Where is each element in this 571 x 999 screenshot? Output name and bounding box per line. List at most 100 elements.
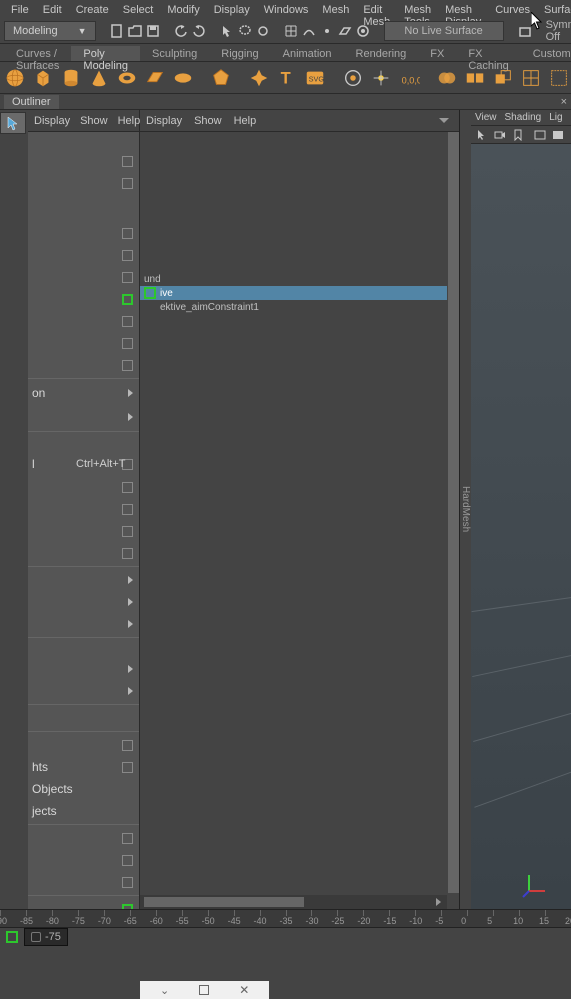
menu-display[interactable]: Display xyxy=(207,2,257,16)
snap-plane-icon[interactable] xyxy=(338,23,352,39)
menu-checkbox[interactable] xyxy=(122,360,133,371)
outliner-item-child[interactable]: ektive_aimConstraint1 xyxy=(140,300,447,314)
menu-item-label[interactable]: jects xyxy=(32,804,57,818)
menu-checkbox[interactable] xyxy=(122,548,133,559)
menu-checkbox[interactable] xyxy=(122,526,133,537)
menu-checkbox[interactable] xyxy=(122,740,133,751)
viewport-canvas[interactable] xyxy=(471,144,571,909)
combine-icon[interactable] xyxy=(436,66,458,90)
menu-item-label[interactable]: l xyxy=(32,457,35,471)
menu-checkbox[interactable] xyxy=(122,504,133,515)
snap-point-icon[interactable] xyxy=(320,23,334,39)
outliner-item[interactable]: und xyxy=(140,272,447,286)
poly-plane-icon[interactable] xyxy=(144,66,166,90)
panel-close-icon[interactable]: × xyxy=(561,96,567,108)
context-menu-help[interactable]: Help xyxy=(118,115,141,127)
outliner-menu-display[interactable]: Display xyxy=(146,115,182,127)
new-scene-icon[interactable] xyxy=(110,23,124,39)
lasso-select-icon[interactable] xyxy=(238,23,252,39)
shelf-tab-curves-surfaces[interactable]: Curves / Surfaces xyxy=(4,46,71,61)
paint-select-icon[interactable] xyxy=(256,23,270,39)
workspace-mode-dropdown[interactable]: Modeling ▼ xyxy=(4,21,96,41)
outliner-menu-help[interactable]: Help xyxy=(234,115,257,127)
menu-checkbox-active[interactable] xyxy=(122,294,133,305)
shelf-tab-rigging[interactable]: Rigging xyxy=(209,46,270,61)
redo-icon[interactable] xyxy=(192,23,206,39)
shelf-tab-poly-modeling[interactable]: Poly Modeling xyxy=(71,46,140,61)
menu-checkbox[interactable] xyxy=(122,833,133,844)
outliner-tree[interactable]: und ive ektive_aimConstraint1 xyxy=(140,132,447,893)
menu-mesh-tools[interactable]: Mesh Tools xyxy=(397,2,438,16)
pivot-icon[interactable] xyxy=(370,66,392,90)
current-frame-field[interactable]: -75 xyxy=(24,928,68,946)
menu-checkbox[interactable] xyxy=(122,762,133,773)
poly-cylinder-icon[interactable] xyxy=(60,66,82,90)
shelf-tab-animation[interactable]: Animation xyxy=(271,46,344,61)
menu-checkbox[interactable] xyxy=(122,272,133,283)
menu-surfaces[interactable]: Surfaces xyxy=(537,2,571,16)
viewport-menu-shading[interactable]: Shading xyxy=(505,112,542,123)
menu-item-label[interactable]: on xyxy=(32,386,45,400)
open-scene-icon[interactable] xyxy=(128,23,142,39)
menu-checkbox[interactable] xyxy=(122,178,133,189)
menu-checkbox[interactable] xyxy=(122,855,133,866)
outliner-menu-show[interactable]: Show xyxy=(194,115,222,127)
menu-edit[interactable]: Edit xyxy=(36,2,69,16)
poly-type-icon[interactable]: T xyxy=(276,66,298,90)
outliner-horizontal-scrollbar[interactable] xyxy=(140,895,447,909)
close-icon[interactable]: ✕ xyxy=(239,983,249,997)
viewport-menu-lighting[interactable]: Lig xyxy=(549,112,562,123)
shelf-tab-fx[interactable]: FX xyxy=(418,46,456,61)
vp-film-gate-icon[interactable] xyxy=(551,128,565,142)
live-surface-status[interactable]: No Live Surface xyxy=(384,21,504,41)
snap-grid-icon[interactable] xyxy=(284,23,298,39)
menu-checkbox[interactable] xyxy=(122,877,133,888)
soft-select-icon[interactable] xyxy=(342,66,364,90)
shelf-tab-custom[interactable]: Custom xyxy=(521,46,571,61)
smooth-icon[interactable] xyxy=(520,66,542,90)
extract-icon[interactable] xyxy=(492,66,514,90)
vp-image-plane-icon[interactable] xyxy=(533,128,547,142)
menu-mesh-display[interactable]: Mesh Display xyxy=(438,2,488,16)
chevron-down-icon[interactable]: ⌄ xyxy=(160,984,169,997)
shelf-tab-rendering[interactable]: Rendering xyxy=(344,46,419,61)
snap-live-icon[interactable] xyxy=(356,23,370,39)
menu-select[interactable]: Select xyxy=(116,2,161,16)
outliner-vertical-scrollbar[interactable] xyxy=(448,132,459,893)
maximize-icon[interactable] xyxy=(199,985,209,995)
menu-checkbox[interactable] xyxy=(122,228,133,239)
menu-mesh[interactable]: Mesh xyxy=(315,2,356,16)
menu-edit-mesh[interactable]: Edit Mesh xyxy=(356,2,397,16)
platonic-icon[interactable] xyxy=(210,66,232,90)
menu-checkbox[interactable] xyxy=(122,316,133,327)
menu-windows[interactable]: Windows xyxy=(257,2,316,16)
separate-icon[interactable] xyxy=(464,66,486,90)
snap-curve-icon[interactable] xyxy=(302,23,316,39)
shelf-tab-fx-caching[interactable]: FX Caching xyxy=(456,46,520,61)
symmetry-status[interactable]: Symmetry: Off xyxy=(546,19,571,43)
vp-camera-select-icon[interactable] xyxy=(475,128,489,142)
boolean-icon[interactable] xyxy=(548,66,570,90)
timeline[interactable]: -90-85-80-75-70-65-60-55-50-45-40-35-30-… xyxy=(0,909,571,927)
viewport-side-tab[interactable]: HardMesh xyxy=(460,110,471,909)
menu-checkbox[interactable] xyxy=(122,482,133,493)
menu-file[interactable]: File xyxy=(4,2,36,16)
save-scene-icon[interactable] xyxy=(146,23,160,39)
poly-cube-icon[interactable] xyxy=(32,66,54,90)
context-menu-display[interactable]: Display xyxy=(34,115,70,127)
vp-bookmark-icon[interactable] xyxy=(511,128,525,142)
poly-torus-icon[interactable] xyxy=(116,66,138,90)
shelf-tab-sculpting[interactable]: Sculpting xyxy=(140,46,209,61)
menu-modify[interactable]: Modify xyxy=(160,2,206,16)
menu-checkbox[interactable] xyxy=(122,250,133,261)
menu-checkbox[interactable] xyxy=(122,156,133,167)
vp-camera-icon[interactable] xyxy=(493,128,507,142)
select-mode-icon[interactable] xyxy=(220,23,234,39)
poly-disc-icon[interactable] xyxy=(172,66,194,90)
context-menu-show[interactable]: Show xyxy=(80,115,108,127)
reset-pivot-icon[interactable]: 0,0,0 xyxy=(398,66,420,90)
super-shape-icon[interactable] xyxy=(248,66,270,90)
outliner-item-selected[interactable]: ive xyxy=(140,286,447,300)
poly-cone-icon[interactable] xyxy=(88,66,110,90)
select-tool-button[interactable] xyxy=(0,112,26,134)
